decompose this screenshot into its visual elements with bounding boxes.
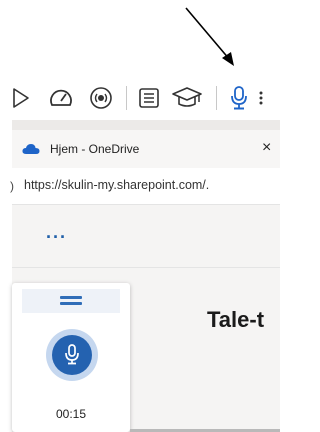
onedrive-cloud-icon [22,142,40,160]
overflow-icon[interactable] [258,90,264,106]
toolbar-separator [216,86,217,110]
pointer-arrow [185,7,234,66]
document-title: Tale-t [207,307,265,332]
tab-onedrive[interactable]: Hjem - OneDrive × [12,130,280,168]
dictation-mic-button[interactable] [46,329,98,381]
recording-timer: 00:15 [55,407,87,421]
tab-close-button[interactable]: × [262,139,271,157]
mic-circle [52,335,92,375]
text-list-icon[interactable] [132,82,166,114]
voice-settings-icon[interactable] [84,82,118,114]
speed-icon[interactable] [44,82,78,114]
url-text[interactable]: https://skulin-my.sharepoint.com/. [24,178,209,192]
tab-strip: Hjem - OneDrive × [12,120,280,172]
tab-title: Hjem - OneDrive [50,142,140,156]
page-content: ··· 00:15 Tale-t [12,205,280,432]
browser-window: Hjem - OneDrive × ) https://skulin-my.sh… [10,120,280,432]
panel-drag-handle[interactable] [22,289,120,313]
graduation-cap-icon[interactable] [170,82,204,114]
dictation-panel: 00:15 [12,283,130,432]
address-bar-fragment: ) [10,179,14,193]
toolbar-separator [126,86,127,110]
drag-handle-icon [60,296,82,306]
reader-toolbar [0,76,280,120]
microphone-icon [65,344,79,365]
play-icon[interactable] [4,82,38,114]
microphone-icon[interactable] [222,82,256,114]
more-options-button[interactable]: ··· [46,227,67,248]
divider [12,267,280,268]
address-bar[interactable]: ) https://skulin-my.sharepoint.com/. [10,168,280,205]
